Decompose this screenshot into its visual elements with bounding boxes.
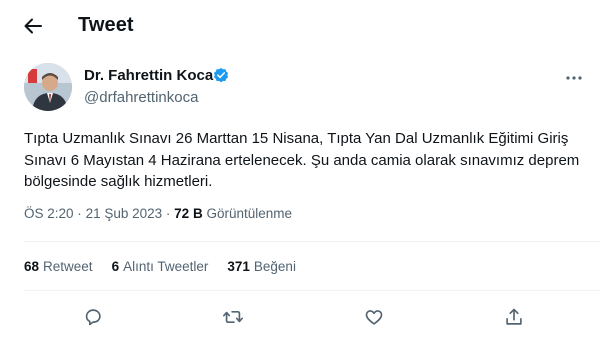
quote-label: Alıntı Tweetler [123,259,209,274]
retweet-count: 68 [24,259,40,274]
verified-badge-icon [213,67,229,83]
meta-separator: · [77,206,82,221]
action-bar [0,296,600,336]
tweet-time[interactable]: ÖS 2:20 [24,206,74,221]
header: Tweet [0,0,600,54]
tweet-stats: 68 Retweet 6 Alıntı Tweetler 371 Beğeni [24,259,315,274]
back-button[interactable] [18,11,48,41]
meta-separator: · [165,206,171,221]
divider [24,290,600,291]
reply-button[interactable] [80,304,106,330]
tweet-date[interactable]: 21 Şub 2023 [86,206,163,221]
reply-icon [85,309,101,326]
share-button[interactable] [501,304,527,330]
views-label: Görüntülenme [206,206,293,221]
author-name[interactable]: Dr. Fahrettin Koca [84,67,213,84]
share-icon [506,308,522,325]
quote-stat[interactable]: 6 Alıntı Tweetler [112,259,209,274]
more-options-button[interactable] [562,68,586,88]
arrow-left-icon [24,18,42,34]
more-dots-icon [566,76,582,80]
retweet-icon [223,310,243,324]
retweet-stat[interactable]: 68 Retweet [24,259,93,274]
tweet-meta: ÖS 2:20 · 21 Şub 2023 · 72 B Görüntülenm… [24,206,292,221]
divider [24,241,600,242]
retweet-label: Retweet [43,259,93,274]
like-count: 371 [227,259,250,274]
tweet-page: Tweet Dr. Fahrettin Koca @drfahrettinkoc… [0,0,600,342]
like-icon [365,310,383,325]
avatar-image [24,63,72,111]
author-handle[interactable]: @drfahrettinkoca [84,89,198,106]
quote-count: 6 [111,259,120,274]
like-button[interactable] [361,304,387,330]
like-label: Beğeni [253,259,296,274]
page-title: Tweet [78,14,134,36]
like-stat[interactable]: 371 Beğeni [227,259,296,274]
retweet-button[interactable] [220,304,246,330]
tweet-text: Tıpta Uzmanlık Sınavı 26 Marttan 15 Nisa… [24,130,580,190]
views-count: 72 B [174,206,203,221]
avatar[interactable] [24,63,72,111]
